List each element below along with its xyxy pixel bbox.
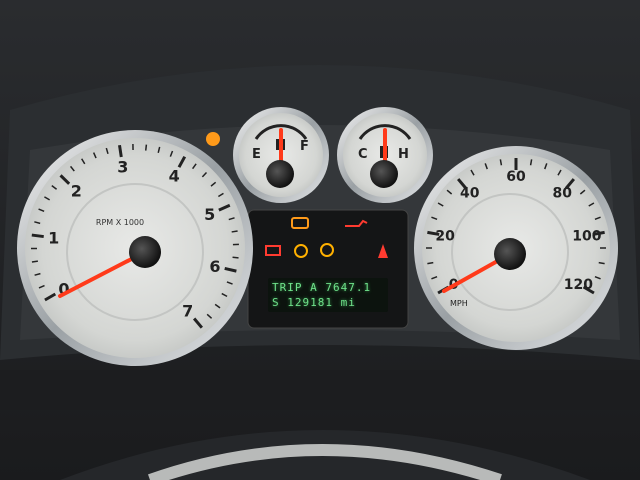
tach-label: 7	[182, 301, 193, 320]
tach-tick	[118, 144, 123, 158]
fuel-empty-label: E	[252, 147, 261, 162]
speedo-label: 60	[506, 169, 526, 185]
tach-label: 5	[204, 205, 215, 224]
tach-tick	[144, 144, 148, 151]
speedo-tick	[499, 159, 503, 166]
tach-tick	[31, 233, 44, 239]
fuel-gauge: E F	[233, 107, 329, 203]
speedo-label: 40	[460, 186, 480, 202]
speedo-label: 100	[572, 228, 601, 244]
tach-tick	[31, 260, 38, 263]
tach-label: 1	[48, 228, 59, 247]
speedo-label: 20	[435, 228, 455, 244]
speedo-tick	[427, 261, 434, 265]
fuel-full-label: F	[300, 139, 309, 154]
speedo-hub	[494, 238, 526, 270]
tach-tick	[232, 256, 239, 259]
lower-dash	[0, 370, 640, 410]
fuel-pump-icon	[206, 132, 220, 146]
speedo-unit-label: MPH	[450, 299, 468, 308]
speedo-tick	[598, 261, 605, 265]
temp-cold-label: C	[358, 147, 368, 162]
instrument-cluster: E F C H 01234567 RPM X 1000 020406080100…	[0, 0, 640, 480]
tach-tick	[231, 230, 238, 233]
odometer-trip-line: TRIP A 7647.1	[272, 281, 372, 294]
tach-label: 2	[71, 181, 82, 200]
tach-unit-label: RPM X 1000	[96, 218, 144, 227]
tach-label: 6	[209, 257, 220, 276]
tach-label: 3	[117, 158, 128, 177]
speedo-tick	[529, 159, 533, 166]
tachometer: 0123 4567 RPM X 1000	[17, 130, 253, 366]
temp-gauge: C H	[337, 107, 433, 203]
odometer-total-line: S 129181 mi	[272, 296, 356, 309]
speedo-label: 80	[553, 186, 573, 202]
tach-label: 4	[169, 167, 180, 186]
fuel-hub	[266, 160, 294, 188]
tach-hub	[129, 236, 161, 268]
temp-hot-label: H	[398, 147, 409, 162]
speedo-label: 120	[564, 277, 593, 293]
speedometer: 020406080100120 MPH	[414, 146, 618, 350]
temp-hub	[370, 160, 398, 188]
